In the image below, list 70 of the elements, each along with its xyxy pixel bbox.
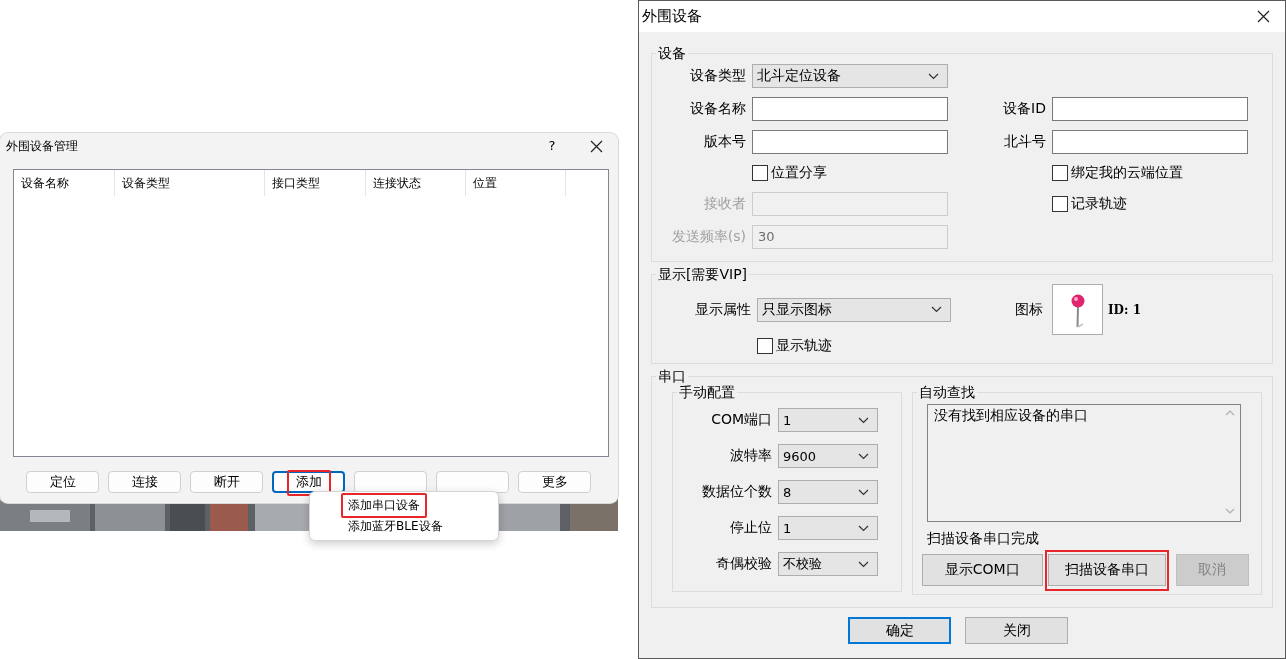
help-button[interactable]: ?: [530, 133, 574, 159]
action-button[interactable]: 定位: [26, 471, 99, 493]
icon-button[interactable]: [1052, 284, 1103, 335]
text-field[interactable]: [1052, 97, 1248, 121]
dropdown[interactable]: 1: [778, 408, 878, 432]
action-button: 取消: [1175, 554, 1249, 586]
checkbox-label[interactable]: 记录轨迹: [1071, 195, 1127, 213]
checkbox[interactable]: [1052, 165, 1068, 181]
chevron-down-icon: [858, 524, 869, 532]
text-field[interactable]: [752, 97, 948, 121]
action-button[interactable]: 添加: [272, 471, 345, 493]
checkbox[interactable]: [752, 165, 768, 181]
group-title: 设备: [658, 45, 686, 61]
action-button[interactable]: 断开: [190, 471, 263, 493]
log-box[interactable]: 没有找到相应设备的串口: [926, 404, 1241, 522]
field-label: 图标: [1015, 300, 1043, 319]
text-field[interactable]: [752, 130, 948, 154]
close-icon: [589, 139, 603, 153]
checkbox-label[interactable]: 绑定我的云端位置: [1071, 164, 1183, 182]
field-label: 波特率: [730, 447, 772, 465]
dropdown[interactable]: 北斗定位设备: [752, 64, 948, 88]
chevron-down-icon: [858, 488, 869, 496]
group-title: 串口: [658, 368, 686, 384]
field-label: 接收者: [704, 195, 746, 213]
field-label: 版本号: [704, 133, 746, 151]
action-button[interactable]: 连接: [108, 471, 181, 493]
status-text: 扫描设备串口完成: [926, 530, 1040, 548]
chevron-down-icon: [858, 416, 869, 424]
checkbox[interactable]: [1052, 196, 1068, 212]
text-field[interactable]: [1052, 130, 1248, 154]
field-label: COM端口: [711, 411, 772, 429]
checkbox-label[interactable]: 位置分享: [771, 164, 827, 182]
group-title: 显示[需要VIP]: [658, 266, 748, 282]
column-header[interactable]: 设备类型: [115, 170, 265, 196]
field-label: 停止位: [730, 519, 772, 537]
group-title: 手动配置: [679, 384, 735, 400]
chevron-down-icon: [928, 72, 939, 80]
dropdown[interactable]: 8: [778, 480, 878, 504]
dropdown[interactable]: 只显示图标: [757, 297, 951, 322]
dropdown[interactable]: 9600: [778, 444, 878, 468]
field-label: 奇偶校验: [716, 555, 772, 573]
column-header[interactable]: 连接状态: [366, 170, 466, 196]
id-label: ID: 1: [1108, 302, 1141, 317]
column-header[interactable]: 设备名称: [14, 170, 115, 196]
dialog-button[interactable]: 确定: [848, 617, 951, 644]
chevron-down-icon: [858, 560, 869, 568]
dropdown[interactable]: 1: [778, 516, 878, 540]
menu-item[interactable]: 添加蓝牙BLE设备: [310, 516, 498, 537]
group-title: 自动查找: [918, 384, 975, 400]
field-label: 数据位个数: [702, 483, 772, 501]
checkbox[interactable]: [757, 338, 773, 354]
window-title: 外围设备管理: [6, 137, 79, 155]
field-label: 显示属性: [695, 300, 751, 319]
field-label: 设备名称: [690, 100, 746, 118]
checkbox-label[interactable]: 显示轨迹: [776, 337, 832, 355]
action-button[interactable]: 更多: [518, 471, 591, 493]
field-label: 发送频率(s): [671, 228, 746, 246]
chevron-down-icon: [858, 452, 869, 460]
column-header[interactable]: 位置: [466, 170, 566, 196]
action-button[interactable]: 显示COM口: [921, 554, 1043, 586]
column-header[interactable]: 接口类型: [265, 170, 366, 196]
field-label: 北斗号: [1004, 133, 1046, 151]
window-title: 外围设备: [642, 7, 703, 26]
menu-item[interactable]: 添加串口设备: [310, 495, 498, 516]
dropdown[interactable]: 不校验: [778, 552, 878, 576]
field-label: 设备类型: [690, 67, 746, 85]
dialog-button[interactable]: 关闭: [965, 617, 1068, 644]
close-icon: [1256, 10, 1270, 23]
field-label: 设备ID: [1003, 100, 1046, 118]
chevron-down-icon: [931, 306, 942, 313]
